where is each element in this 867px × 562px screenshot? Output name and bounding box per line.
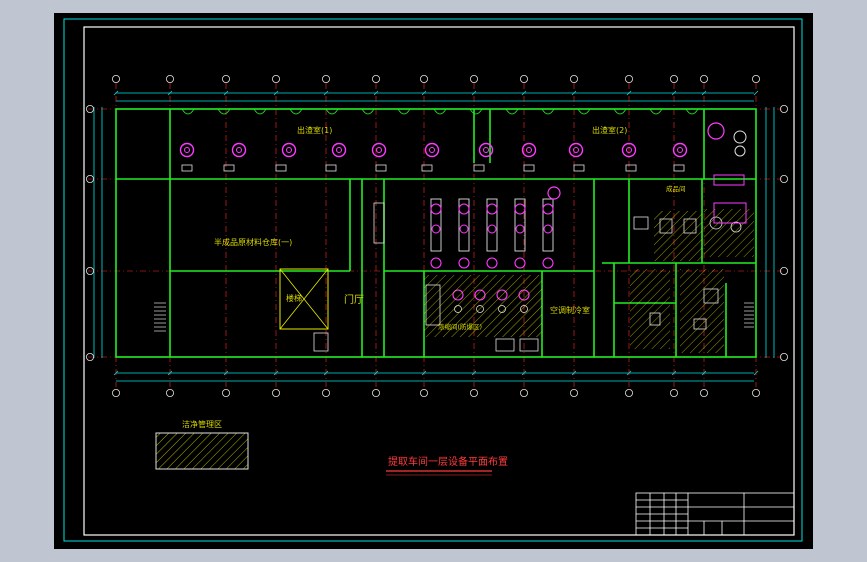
label-control-room: 空调制冷室 <box>550 305 590 315</box>
label-stair-hall: 楼梯 <box>286 293 302 303</box>
label-raw-storage: 半成品原材料仓库(一) <box>214 237 292 247</box>
floor-plan-drawing: 出渣室(1) 出渣室(2) 半成品原材料仓库(一) 楼梯 门厅 空调制冷室 浓缩… <box>54 13 813 549</box>
label-foyer: 门厅 <box>344 293 364 306</box>
cad-viewport: 出渣室(1) 出渣室(2) 半成品原材料仓库(一) 楼梯 门厅 空调制冷室 浓缩… <box>0 0 867 562</box>
label-concentration-room: 浓缩间(防爆区) <box>438 322 482 331</box>
label-extraction-room-2: 出渣室(2) <box>592 125 627 135</box>
label-extraction-room-1: 出渣室(1) <box>297 125 332 135</box>
label-finished-room: 成品间 <box>666 184 686 193</box>
legend-hatch-swatch <box>155 432 249 470</box>
legend-label: 洁净管理区 <box>182 419 222 429</box>
drawing-title: 提取车间一层设备平面布置 <box>388 455 508 468</box>
